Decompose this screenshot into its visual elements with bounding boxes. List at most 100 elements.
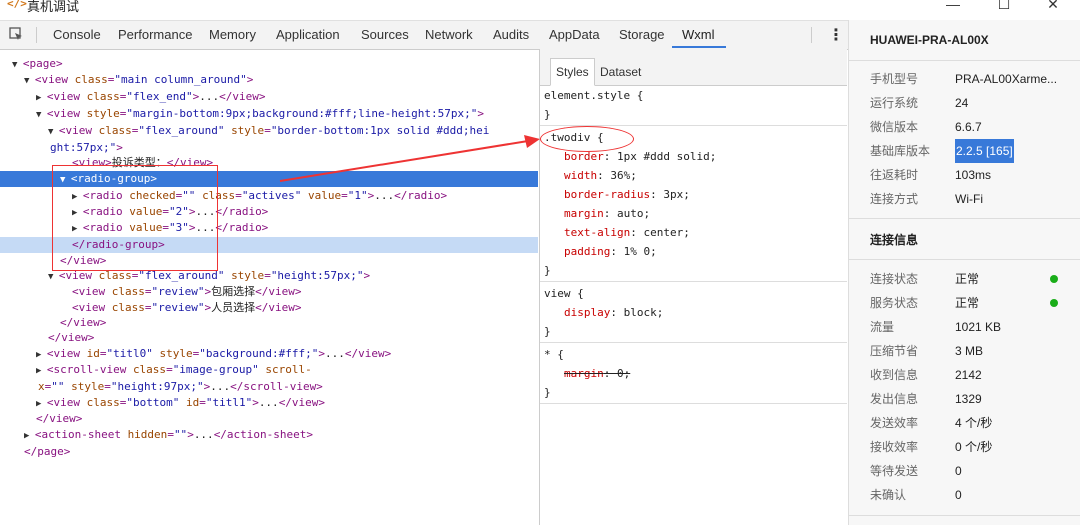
css-selector[interactable]: element.style { [544,86,643,105]
wxml-token: = [167,428,174,441]
code-icon: </> [7,0,27,10]
tab-network[interactable]: Network [425,27,473,42]
wxml-token: class [132,363,167,376]
wxml-token: style [231,269,265,282]
css-rule-close: } [544,108,551,121]
wxml-tree: ▼ <page> ▼ <view class="main column_aroun… [0,49,538,525]
info-label: 基础库版本 [870,144,931,158]
wxml-token: style [159,347,193,360]
device-info-panel: HUAWEI-PRA-AL00X 手机型号 PRA-AL00Xarme... 运行系… [848,20,1080,525]
wxml-token: class [98,124,132,137]
collapse-triangle-icon[interactable]: ▼ [48,127,59,137]
info-label: 收到信息 [870,368,919,382]
info-row: 流量 1021 KB [849,315,1080,339]
wxml-node-line[interactable]: ▶ <view id="titl0" style="background:#ff… [0,346,538,362]
tab-appdata[interactable]: AppData [549,27,600,42]
wxml-node-line[interactable]: <view class="review">包厢选择</view> [0,284,538,300]
css-declaration[interactable]: width: 36%; [564,166,637,185]
wxml-node-line[interactable]: </view> [0,330,538,346]
info-label: 往返耗时 [870,168,919,182]
more-options-icon[interactable]: ⋮ [828,25,844,45]
tab-dataset[interactable]: Dataset [595,59,646,85]
minimize-button[interactable]: — [943,0,963,12]
close-button[interactable]: ✕ [1043,0,1063,13]
css-declaration[interactable]: padding: 1% 0; [564,242,657,261]
css-value: 1% 0; [623,245,657,258]
wxml-token: "background:#fff;" [199,347,319,360]
wxml-node-line[interactable]: ▼ <view class="main column_around"> [0,72,538,88]
wxml-node-line[interactable]: ▼ <view style="margin-bottom:9px;backgro… [0,106,538,122]
wxml-token: = [166,363,173,376]
info-label: 压缩节省 [870,344,919,358]
wxml-node-line[interactable]: ▼ <view class="flex_around" style="borde… [0,123,538,139]
wxml-token: <view [46,90,87,103]
wxml-node-line[interactable]: ght:57px;"> [0,140,538,156]
expand-triangle-icon[interactable]: ▶ [36,350,47,360]
tab-sources[interactable]: Sources [361,27,409,42]
wxml-node-line[interactable]: ▼ <page> [0,56,538,72]
tab-memory[interactable]: Memory [209,27,256,42]
info-label: 流量 [870,320,895,334]
info-row: 未确认 0 [849,483,1080,507]
wxml-token: > [246,73,254,86]
wxml-token: </radio> [215,205,269,218]
styles-subtabs: Styles Dataset [540,49,847,86]
tab-styles[interactable]: Styles [550,58,595,86]
wxml-token: </action-sheet> [213,428,314,441]
css-colon: : [610,306,624,319]
collapse-triangle-icon[interactable]: ▼ [48,272,59,282]
css-declaration[interactable]: text-align: center; [564,223,690,242]
wxml-node-line[interactable]: ▶ <scroll-view class="image-group" scrol… [0,362,538,378]
wxml-token: "margin-bottom:9px;background:#fff;line-… [126,107,478,120]
wxml-token: style [71,380,105,393]
css-declaration[interactable]: border-radius: 3px; [564,185,690,204]
info-label: 手机型号 [870,72,919,86]
wxml-node-line[interactable]: ▶ <view class="bottom" id="titl1">...</v… [0,395,538,411]
css-selector[interactable]: view { [544,284,584,303]
wxml-token: <action-sheet [34,428,128,441]
tab-storage[interactable]: Storage [619,27,665,42]
wxml-node-line[interactable]: ▶ <view class="flex_end">...</view> [0,89,538,105]
css-property: margin [564,367,604,380]
inspect-element-icon[interactable] [9,27,23,41]
tab-application[interactable]: Application [276,27,340,42]
tab-wxml[interactable]: Wxml [682,27,715,42]
expand-triangle-icon[interactable]: ▶ [24,431,35,441]
css-declaration[interactable]: margin: auto; [564,204,650,223]
wxml-node-line[interactable]: </view> [0,315,538,331]
expand-triangle-icon[interactable]: ▶ [36,366,47,376]
info-value: 正常 [955,272,980,286]
wxml-token: value [308,189,342,202]
css-rule-close: } [544,264,551,277]
css-declaration[interactable]: margin: 0; [564,364,630,383]
wxml-token: = [144,285,152,298]
css-selector[interactable]: * { [544,345,564,364]
maximize-button[interactable]: ☐ [994,0,1014,13]
wxml-token: "review" [151,301,205,314]
info-row: 基础库版本 2.2.5 [165] [849,139,1080,163]
collapse-triangle-icon[interactable]: ▼ [12,60,23,70]
wxml-node-line[interactable]: <view class="review">人员选择</view> [0,300,538,316]
wxml-node-line[interactable]: x="" style="height:97px;">...</scroll-vi… [0,379,538,395]
wxml-node-line[interactable]: ▶ <action-sheet hidden="">...</action-sh… [0,427,538,443]
collapse-triangle-icon[interactable]: ▼ [24,76,35,86]
tab-console[interactable]: Console [53,27,101,42]
tab-performance[interactable]: Performance [118,27,192,42]
wxml-token: "" [51,380,65,393]
css-property: margin [564,207,604,220]
info-row: 收到信息 2142 [849,363,1080,387]
info-value: 1329 [955,392,982,406]
wxml-token: "actives" [241,189,302,202]
wxml-node-line[interactable]: </page> [0,444,538,460]
css-declaration[interactable]: display: block; [564,303,663,322]
wxml-node-line[interactable]: </view> [0,411,538,427]
wxml-token: </view> [219,90,266,103]
expand-triangle-icon[interactable]: ▶ [36,399,47,409]
expand-triangle-icon[interactable]: ▶ [36,93,47,103]
info-row: 往返耗时 103ms [849,163,1080,187]
collapse-triangle-icon[interactable]: ▼ [36,110,47,120]
divider [849,218,1080,219]
rule-divider [540,342,847,343]
tab-audits[interactable]: Audits [493,27,529,42]
info-value: 正常 [955,296,980,310]
